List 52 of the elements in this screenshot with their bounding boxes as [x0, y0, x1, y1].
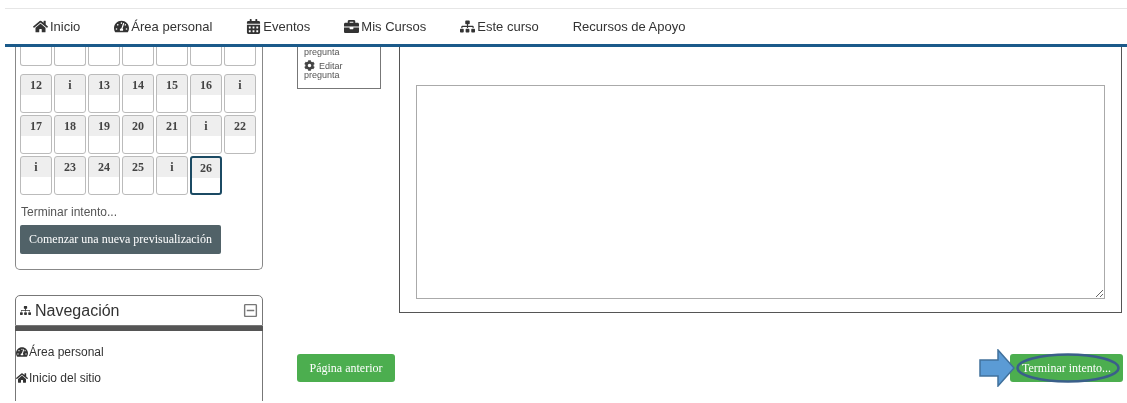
sitemap-icon — [20, 305, 31, 316]
question-cell-cut[interactable] — [224, 47, 256, 66]
question-cell[interactable]: 15 — [156, 74, 188, 113]
navigation-item[interactable]: Inicio del sitio — [16, 369, 262, 387]
collapse-icon[interactable] — [243, 303, 258, 318]
nav-link[interactable]: Este curso — [460, 19, 539, 34]
question-cell[interactable]: 13 — [88, 74, 120, 113]
navigation-title: Navegación — [20, 301, 120, 320]
dashboard-icon — [16, 346, 28, 358]
nav-link[interactable]: Mis Cursos — [344, 19, 427, 34]
question-cell-cut[interactable] — [190, 47, 222, 66]
question-cell[interactable]: i — [190, 115, 222, 154]
question-cell[interactable]: i — [20, 156, 52, 195]
question-cell[interactable]: 18 — [54, 115, 86, 154]
question-cell-cut[interactable] — [156, 47, 188, 66]
nav-link[interactable]: Inicio — [33, 19, 81, 34]
question-cell[interactable]: 14 — [122, 74, 154, 113]
nav-link[interactable]: Recursos de Apoyo — [572, 19, 686, 34]
nav-link[interactable]: Área personal — [114, 19, 213, 34]
question-cell[interactable]: 20 — [122, 115, 154, 154]
question-cell[interactable]: i — [54, 74, 86, 113]
home-icon — [33, 19, 48, 34]
question-cell-cut[interactable] — [88, 47, 120, 66]
question-cell-cut[interactable] — [54, 47, 86, 66]
calendar-icon — [246, 19, 262, 34]
question-cell[interactable]: 22 — [224, 115, 256, 154]
question-cell[interactable]: 12 — [20, 74, 52, 113]
pointer-arrow — [979, 349, 1015, 387]
finish-attempt-link[interactable]: Terminar intento... — [21, 205, 258, 219]
question-cell[interactable]: i — [224, 74, 256, 113]
gear-icon — [304, 60, 315, 71]
answer-field[interactable] — [416, 85, 1105, 299]
nav-link[interactable]: Eventos — [246, 19, 311, 34]
question-cell[interactable]: 23 — [54, 156, 86, 195]
question-cell[interactable]: 19 — [88, 115, 120, 154]
question-cell-cut[interactable] — [20, 47, 52, 66]
question-cell[interactable]: 17 — [20, 115, 52, 154]
dashboard-icon — [114, 19, 130, 34]
question-cell-cut[interactable] — [122, 47, 154, 66]
question-cell[interactable]: 26 — [190, 156, 222, 195]
briefcase-icon — [344, 19, 360, 34]
info-text: pregunta — [304, 47, 341, 57]
navigation-item[interactable]: Área personal — [16, 343, 262, 361]
question-cell[interactable]: 24 — [88, 156, 120, 195]
sitemap-icon — [460, 19, 476, 34]
edit-question-link[interactable]: Editar pregunta — [304, 60, 374, 80]
question-cell[interactable]: 16 — [190, 74, 222, 113]
question-cell[interactable]: 25 — [122, 156, 154, 195]
home-icon — [16, 372, 28, 384]
new-preview-button[interactable]: Comenzar una nueva previsualización — [20, 225, 221, 254]
question-cell[interactable]: i — [156, 156, 188, 195]
question-cell[interactable]: 21 — [156, 115, 188, 154]
